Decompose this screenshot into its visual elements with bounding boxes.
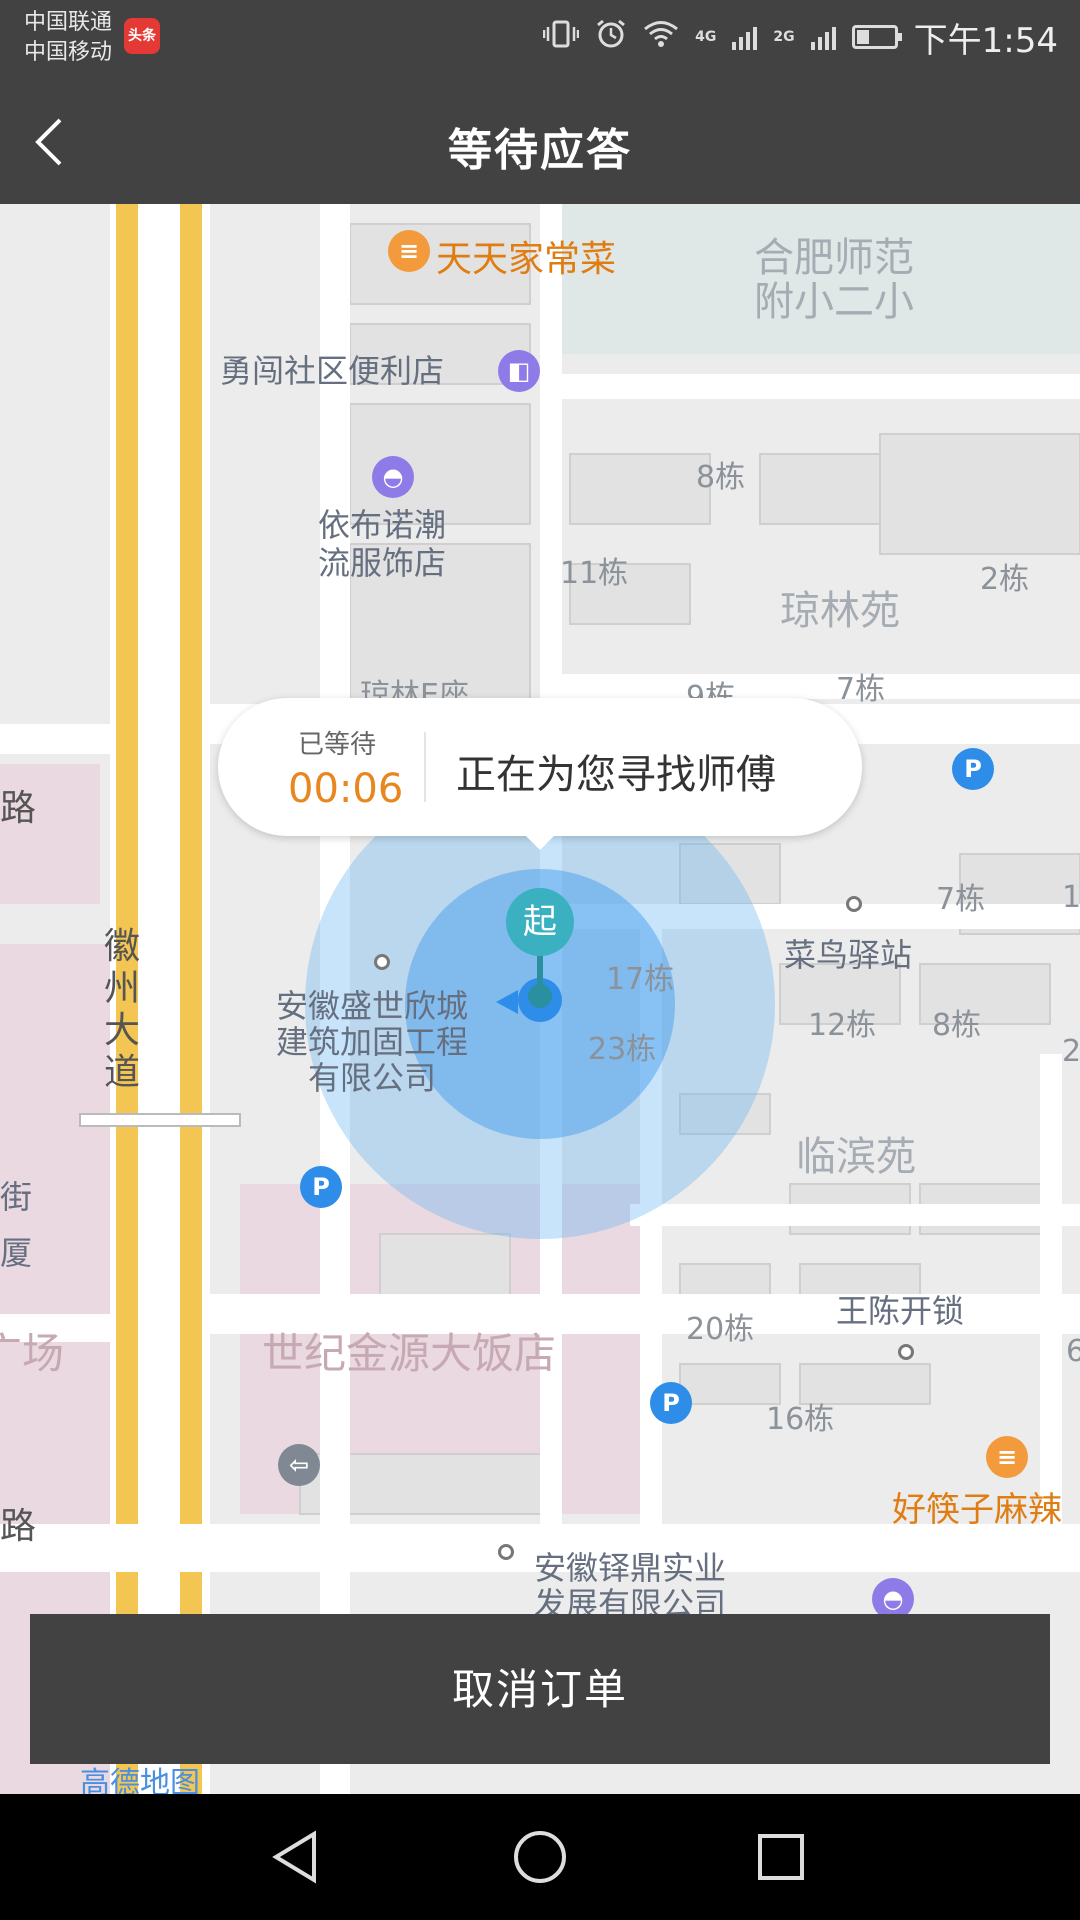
signal-strength-2-icon — [810, 24, 836, 50]
signal-strength-1-icon — [732, 24, 758, 50]
building-label: 2栋 — [980, 562, 1030, 597]
parking-icon[interactable]: P — [650, 1382, 692, 1424]
start-pin-foot — [528, 984, 552, 1008]
waiting-bubble: 已等待 00:06 正在为您寻找师傅 — [218, 698, 862, 836]
building-label: 17栋 — [606, 962, 675, 997]
vibrate-icon — [542, 19, 580, 55]
poi-label[interactable]: 好筷子麻辣 — [892, 1482, 1062, 1531]
road-label: 徽 州 大 道 — [104, 926, 141, 1093]
poi-label[interactable]: 勇闯社区便利店 — [220, 346, 444, 392]
divider — [424, 732, 426, 802]
restaurant-icon[interactable]: ≡ — [388, 230, 430, 272]
carrier-1: 中国联通 — [24, 10, 113, 35]
carrier-2: 中国移动 — [24, 40, 113, 65]
parking-icon[interactable]: P — [300, 1166, 342, 1208]
poi-label[interactable]: 王陈开锁 — [836, 1286, 964, 1332]
poi-label[interactable]: 安徽盛世欣城 建筑加固工程 有限公司 — [276, 988, 468, 1096]
poi-label: 街 — [0, 1178, 33, 1216]
location-dot-icon[interactable] — [846, 896, 862, 912]
poi-label[interactable]: 安徽铎鼎实业 发展有限公司 — [534, 1550, 726, 1622]
restaurant-icon[interactable]: ≡ — [986, 1436, 1028, 1478]
shopping-cart-icon[interactable]: ◧ — [498, 350, 540, 392]
district-label: 合肥师范 附小二小 — [754, 235, 914, 325]
carrier-info: 中国联通 中国移动 — [24, 8, 112, 68]
poi-label[interactable]: 依布诺潮 流服饰店 — [318, 506, 446, 582]
building-label: 8栋 — [932, 1008, 982, 1043]
building-label: 12栋 — [808, 1008, 877, 1043]
district-label: 临滨苑 — [796, 1134, 916, 1180]
building-label: 20栋 — [686, 1312, 755, 1347]
building-label: 1 — [1062, 880, 1080, 915]
circle-home-icon — [514, 1831, 566, 1883]
location-dot-icon[interactable] — [498, 1544, 514, 1560]
poi-label: 厦 — [0, 1234, 33, 1272]
clothing-store-icon[interactable]: ◓ — [372, 456, 414, 498]
location-dot-icon[interactable] — [374, 954, 390, 970]
wifi-icon — [643, 20, 679, 54]
building-label: 7栋 — [836, 672, 886, 707]
poi-label[interactable]: 菜鸟驿站 — [784, 930, 912, 976]
bubble-tail — [526, 836, 554, 850]
cancel-order-button[interactable]: 取消订单 — [30, 1614, 1050, 1764]
network-2g-label: 2G — [773, 29, 795, 45]
page-title: 等待应答 — [448, 125, 632, 176]
building-label: 2 — [1062, 1034, 1080, 1069]
square-recents-icon — [758, 1834, 804, 1880]
status-time: 下午1:54 — [913, 20, 1058, 61]
nav-recents-button[interactable] — [746, 1822, 816, 1892]
battery-icon — [851, 25, 902, 49]
start-pin-stem — [537, 954, 543, 988]
building-label: 23栋 — [588, 1032, 657, 1067]
triangle-back-icon — [272, 1830, 316, 1884]
status-icons: 4G 2G 下午1:54 — [542, 12, 1058, 62]
exit-icon[interactable]: ⇦ — [278, 1444, 320, 1486]
building-label: 6 — [1066, 1334, 1080, 1369]
status-bar: 中国联通 中国移动 头条 4G 2G 下午1:54 — [0, 0, 1080, 80]
heading-arrow-icon — [496, 990, 518, 1014]
building-label: 11栋 — [560, 556, 629, 591]
building-label: 7栋 — [936, 882, 986, 917]
road-label: 路 — [0, 1506, 37, 1547]
alarm-icon — [595, 18, 627, 56]
toutiao-notification-icon: 头条 — [124, 18, 160, 54]
poi-label[interactable]: 天天家常菜 — [436, 230, 616, 282]
network-4g-label: 4G — [695, 29, 717, 45]
waiting-elapsed-time: 00:06 — [288, 766, 404, 812]
nav-back-button[interactable] — [262, 1822, 332, 1892]
title-bar: 等待应答 — [0, 80, 1080, 204]
nav-home-button[interactable] — [505, 1822, 575, 1892]
building-label: 16栋 — [766, 1402, 835, 1437]
system-nav-bar — [0, 1794, 1080, 1920]
district-label: 琼林苑 — [780, 588, 900, 634]
road-label: 路 — [0, 788, 37, 829]
waiting-status-text: 正在为您寻找师傅 — [456, 752, 776, 798]
district-label: 广场 — [0, 1329, 65, 1378]
parking-icon[interactable]: P — [952, 748, 994, 790]
district-label: 世纪金源大饭店 — [262, 1329, 557, 1378]
start-marker[interactable]: 起 — [506, 888, 574, 956]
location-dot-icon[interactable] — [898, 1344, 914, 1360]
waiting-label: 已等待 — [298, 730, 377, 760]
building-label: 8栋 — [696, 460, 746, 495]
